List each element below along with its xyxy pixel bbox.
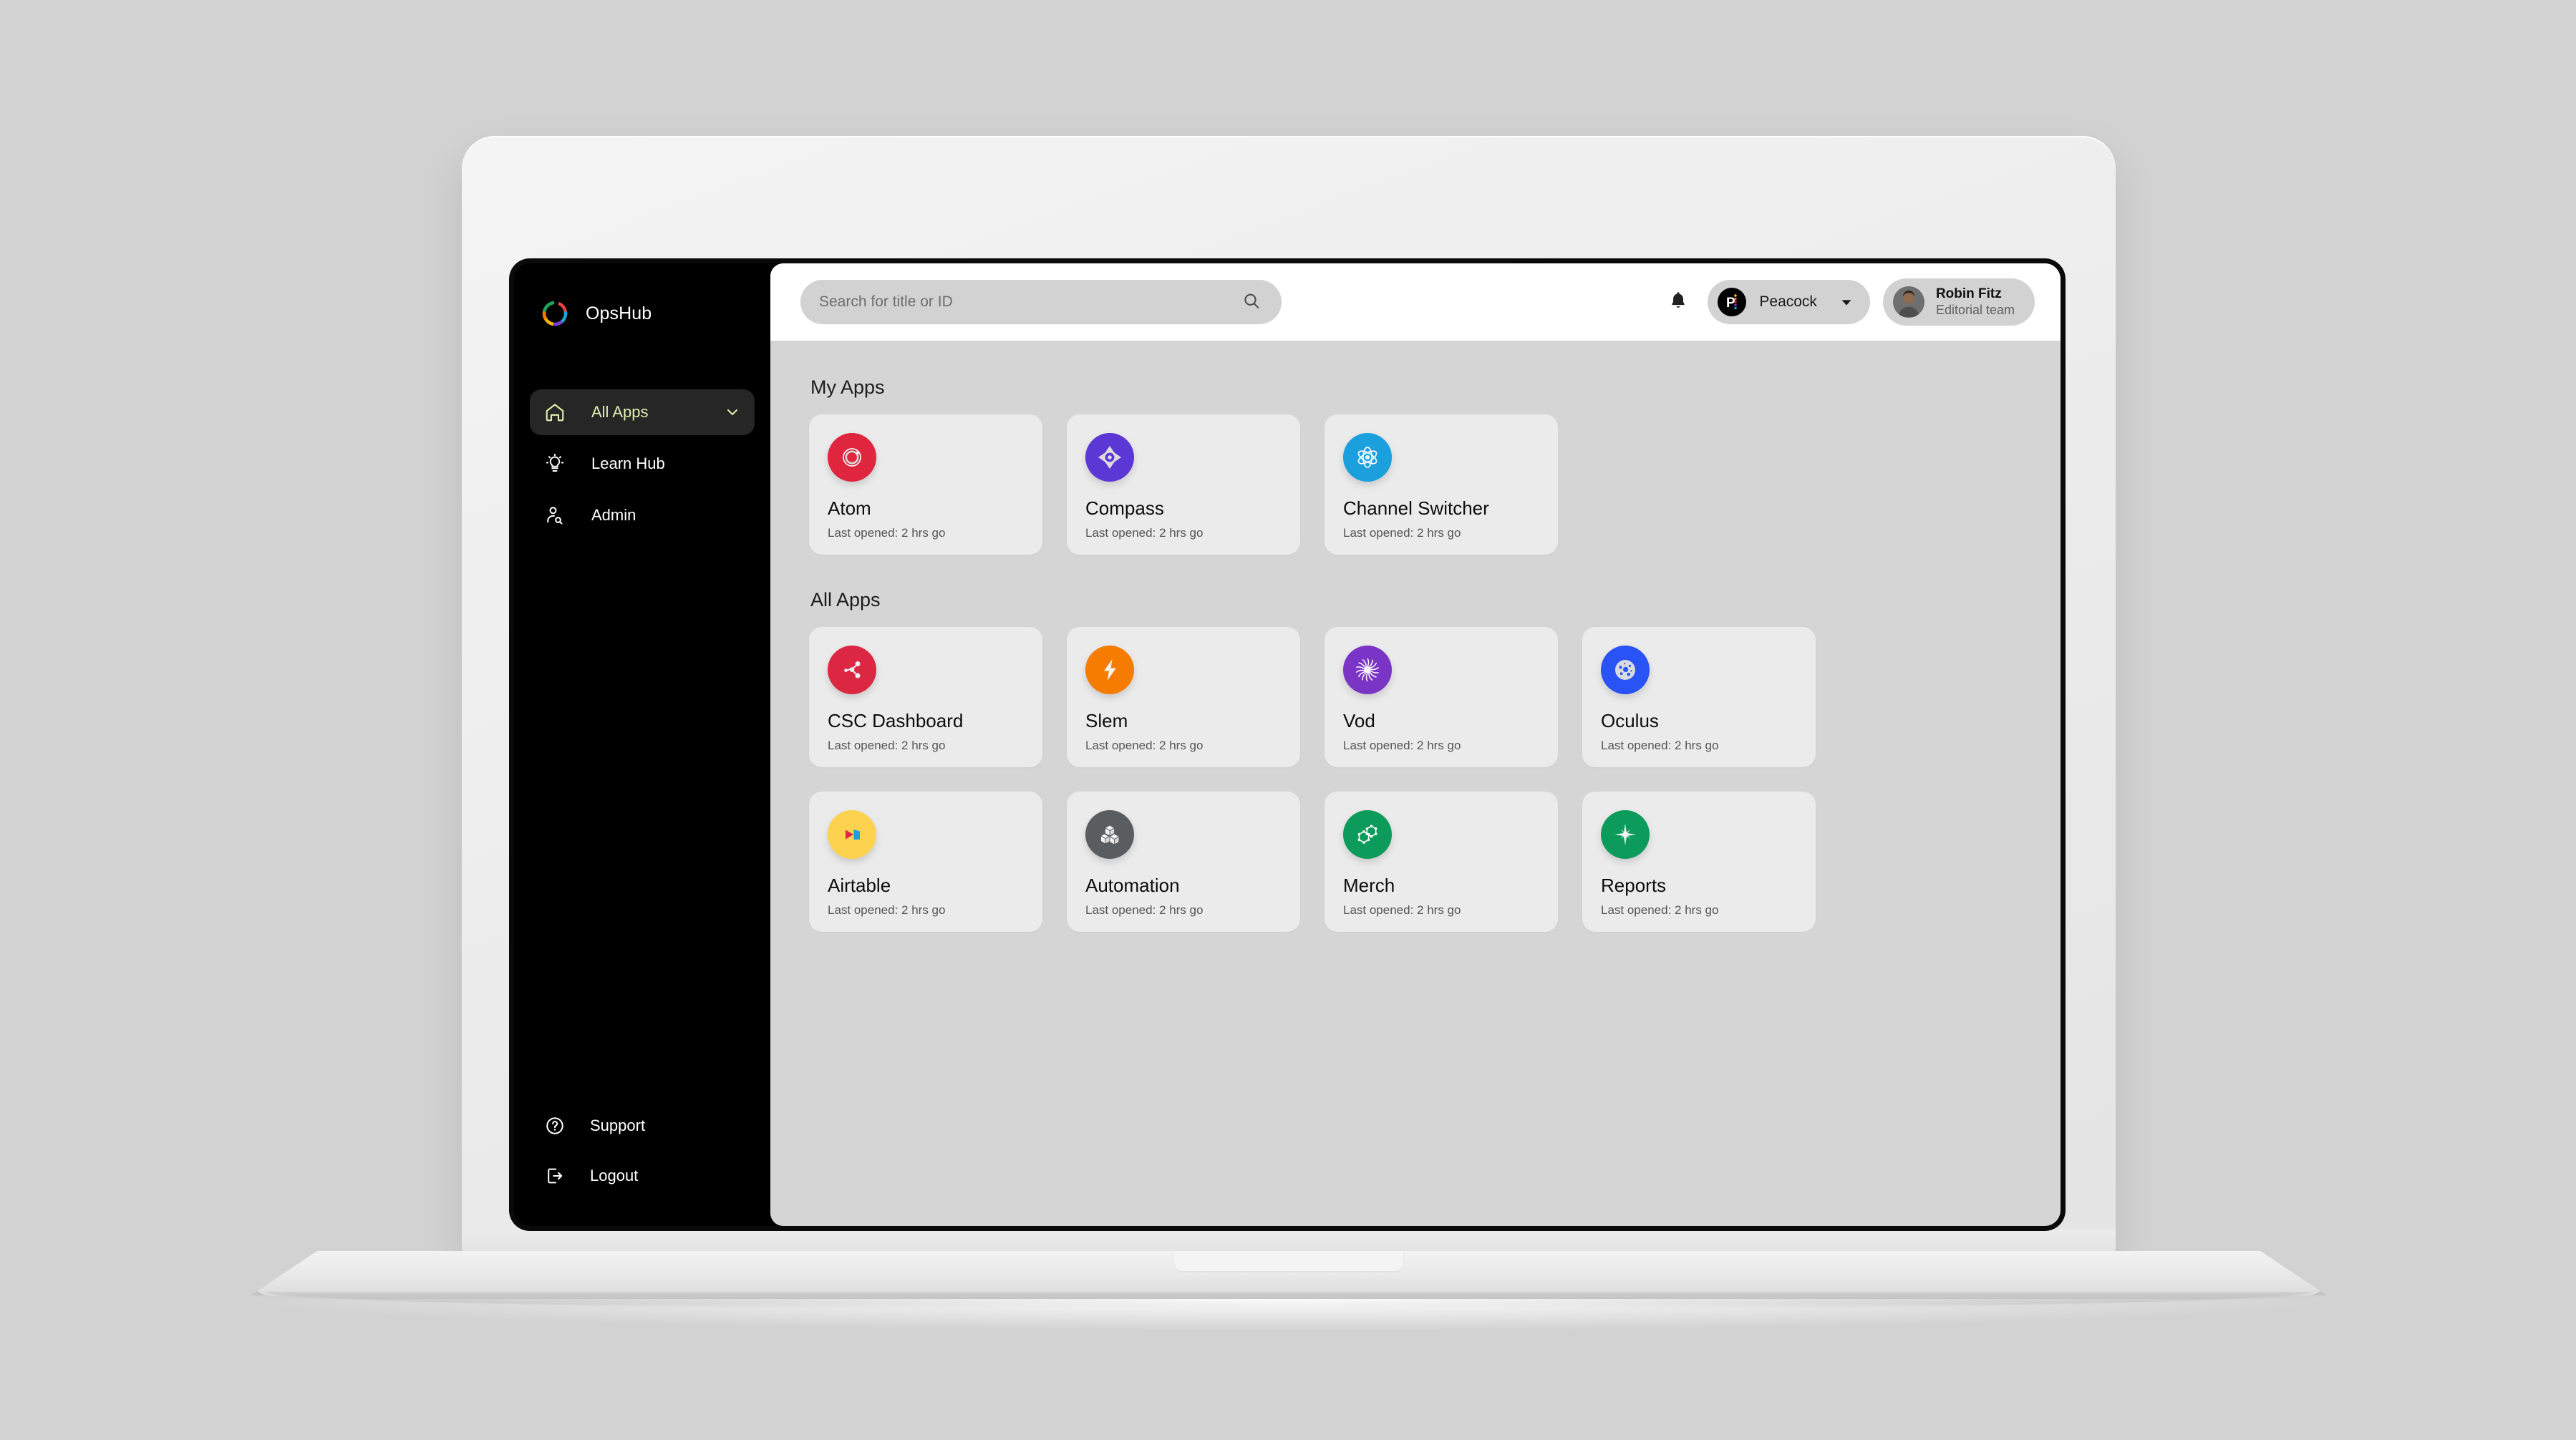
search-input[interactable] bbox=[819, 293, 1241, 311]
user-search-icon bbox=[543, 503, 567, 527]
app-card-atom[interactable]: Atom Last opened: 2 hrs go bbox=[809, 414, 1042, 555]
compass-icon bbox=[1085, 433, 1134, 482]
app-card-automation[interactable]: Automation Last opened: 2 hrs go bbox=[1067, 792, 1300, 932]
app-card-airtable[interactable]: Airtable Last opened: 2 hrs go bbox=[809, 792, 1042, 932]
tenant-switcher[interactable]: P Peacock bbox=[1708, 280, 1870, 324]
sidebar-item-learn-hub[interactable]: Learn Hub bbox=[530, 441, 755, 487]
app-card-oculus[interactable]: Oculus Last opened: 2 hrs go bbox=[1582, 627, 1816, 767]
brand-name: OpsHub bbox=[586, 303, 652, 323]
sparkle-star-icon bbox=[1601, 810, 1650, 859]
logout-icon bbox=[543, 1164, 567, 1188]
home-icon bbox=[543, 400, 567, 424]
my-apps-grid: Atom Last opened: 2 hrs go Compass Last op… bbox=[809, 414, 2022, 555]
atom-orbit-icon bbox=[828, 433, 876, 482]
lightbulb-icon bbox=[543, 452, 567, 476]
app-card-title: Automation bbox=[1085, 875, 1180, 896]
app-card-reports[interactable]: Reports Last opened: 2 hrs go bbox=[1582, 792, 1816, 932]
bell-icon bbox=[1667, 290, 1689, 315]
sidebar-item-label: Admin bbox=[591, 506, 636, 524]
sidebar-nav: All Apps Learn Hub Admin bbox=[514, 389, 770, 538]
peacock-logo-icon: P bbox=[1718, 288, 1747, 316]
app-card-title: Airtable bbox=[828, 875, 891, 896]
laptop-base-glow bbox=[236, 1299, 2341, 1330]
svg-text:P: P bbox=[1726, 296, 1735, 311]
content-area: My Apps Atom Last opened: 2 hrs go Compas… bbox=[770, 341, 2061, 1226]
app-card-subtitle: Last opened: 2 hrs go bbox=[1085, 739, 1204, 752]
sidebar-item-logout[interactable]: Logout bbox=[543, 1159, 742, 1193]
app-card-subtitle: Last opened: 2 hrs go bbox=[1343, 903, 1461, 917]
tenant-name: Peacock bbox=[1759, 293, 1817, 310]
app-card-vod[interactable]: Vod Last opened: 2 hrs go bbox=[1325, 627, 1558, 767]
app-card-subtitle: Last opened: 2 hrs go bbox=[1085, 526, 1204, 540]
scene: OpsHub All Apps Learn Hub Admin Support … bbox=[0, 0, 2576, 1440]
app-card-title: Compass bbox=[1085, 497, 1164, 519]
my-apps-heading: My Apps bbox=[810, 376, 885, 398]
app-card-title: Slem bbox=[1085, 710, 1128, 731]
laptop-base-notch bbox=[1174, 1251, 1403, 1271]
all-apps-grid: CSC Dashboard Last opened: 2 hrs go Slem L… bbox=[809, 627, 2022, 932]
user-menu[interactable]: Robin Fitz Editorial team bbox=[1882, 278, 2035, 326]
app-card-title: Merch bbox=[1343, 875, 1395, 896]
search-icon[interactable] bbox=[1241, 291, 1263, 313]
app-card-subtitle: Last opened: 2 hrs go bbox=[828, 526, 946, 540]
sidebar-item-support[interactable]: Support bbox=[543, 1109, 742, 1143]
search-box[interactable] bbox=[800, 280, 1282, 324]
hexagon-molecule-icon bbox=[1343, 810, 1392, 859]
app-card-subtitle: Last opened: 2 hrs go bbox=[828, 739, 946, 752]
app-card-subtitle: Last opened: 2 hrs go bbox=[1343, 739, 1461, 752]
caret-down-icon[interactable] bbox=[1839, 294, 1854, 310]
airtable-shapes-icon bbox=[828, 810, 876, 859]
help-circle-icon bbox=[543, 1114, 567, 1138]
sidebar-footer-nav: Support Logout bbox=[514, 1109, 770, 1193]
user-meta: Robin Fitz Editorial team bbox=[1936, 286, 2015, 318]
starburst-radial-icon bbox=[1343, 646, 1392, 694]
app-card-title: Atom bbox=[828, 497, 871, 519]
app-window: OpsHub All Apps Learn Hub Admin Support … bbox=[514, 263, 2061, 1226]
app-card-title: Reports bbox=[1601, 875, 1667, 896]
brand: OpsHub bbox=[514, 282, 770, 335]
app-card-merch[interactable]: Merch Last opened: 2 hrs go bbox=[1325, 792, 1558, 932]
sidebar-item-label: All Apps bbox=[591, 403, 649, 421]
sidebar-item-label: Logout bbox=[590, 1167, 639, 1184]
app-card-subtitle: Last opened: 2 hrs go bbox=[828, 903, 946, 917]
notifications-button[interactable] bbox=[1662, 286, 1695, 318]
app-card-title: Vod bbox=[1343, 710, 1375, 731]
app-card-subtitle: Last opened: 2 hrs go bbox=[1601, 739, 1719, 752]
app-card-compass[interactable]: Compass Last opened: 2 hrs go bbox=[1067, 414, 1300, 555]
molecule-icon bbox=[1343, 433, 1392, 482]
avatar-icon bbox=[1892, 286, 1924, 318]
app-card-title: Oculus bbox=[1601, 710, 1659, 731]
chevron-down-icon[interactable] bbox=[723, 403, 742, 422]
laptop-hinge bbox=[462, 1230, 2116, 1254]
app-card-channel-switcher[interactable]: Channel Switcher Last opened: 2 hrs go bbox=[1325, 414, 1558, 555]
app-card-title: Channel Switcher bbox=[1343, 497, 1489, 519]
app-card-subtitle: Last opened: 2 hrs go bbox=[1601, 903, 1719, 917]
app-card-title: CSC Dashboard bbox=[828, 710, 964, 731]
cube-cluster-icon bbox=[1085, 810, 1134, 859]
sidebar-item-label: Learn Hub bbox=[591, 454, 665, 472]
sidebar-item-admin[interactable]: Admin bbox=[530, 492, 755, 538]
ring-logo-icon bbox=[540, 298, 570, 329]
crater-disc-icon bbox=[1601, 646, 1650, 694]
main-panel: P Peacock bbox=[770, 263, 2061, 1226]
app-card-subtitle: Last opened: 2 hrs go bbox=[1085, 903, 1204, 917]
app-card-slem[interactable]: Slem Last opened: 2 hrs go bbox=[1067, 627, 1300, 767]
lightning-bolt-icon bbox=[1085, 646, 1134, 694]
share-nodes-icon bbox=[828, 646, 876, 694]
app-card-csc-dashboard[interactable]: CSC Dashboard Last opened: 2 hrs go bbox=[809, 627, 1042, 767]
topbar: P Peacock bbox=[770, 263, 2061, 341]
sidebar: OpsHub All Apps Learn Hub Admin Support … bbox=[514, 263, 770, 1226]
sidebar-item-label: Support bbox=[590, 1117, 646, 1134]
user-name: Robin Fitz bbox=[1935, 286, 2002, 302]
user-team: Editorial team bbox=[1935, 302, 2015, 317]
all-apps-heading: All Apps bbox=[810, 589, 881, 610]
sidebar-item-all-apps[interactable]: All Apps bbox=[530, 389, 755, 435]
app-card-subtitle: Last opened: 2 hrs go bbox=[1343, 526, 1461, 540]
